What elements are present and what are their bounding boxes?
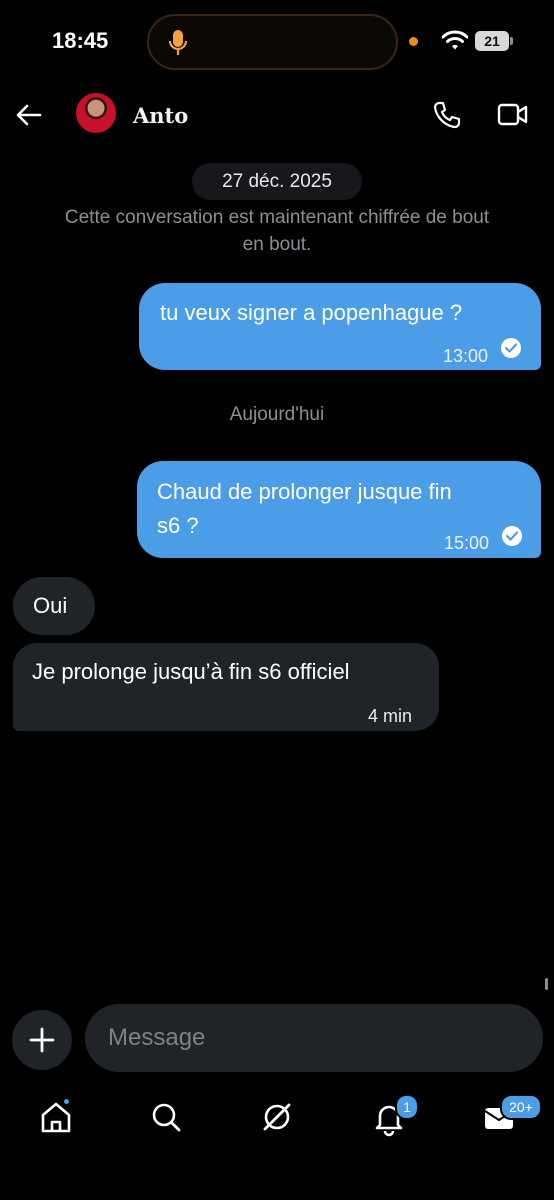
status-bar: 18:45 21	[0, 0, 554, 84]
search-icon[interactable]	[144, 1095, 188, 1139]
status-time: 18:45	[52, 28, 109, 53]
date-pill: 27 déc. 2025	[192, 163, 362, 200]
incoming-message-bubble[interactable]: Oui	[13, 577, 95, 635]
battery-tip	[510, 37, 513, 45]
message-time: 4 min	[368, 706, 413, 726]
message-text: Oui	[33, 593, 68, 618]
message-text: tu veux signer a popenhague ?	[160, 300, 463, 325]
message-text-line-1: Chaud de prolonger jusque fin	[157, 479, 452, 504]
notifications-badge: 1	[395, 1094, 419, 1120]
day-separator: Aujourd'hui	[229, 404, 325, 425]
phone-icon[interactable]	[432, 100, 462, 130]
wifi-icon	[442, 30, 468, 50]
add-attachment-button[interactable]	[12, 1010, 72, 1070]
message-time: 13:00	[443, 346, 489, 366]
microphone-icon	[169, 30, 187, 55]
message-text: Chaud de prolonger jusque fin s6 ?	[157, 475, 452, 543]
bottom-navigation	[0, 1080, 554, 1200]
outgoing-message-bubble[interactable]: tu veux signer a popenhague ? 13:00	[139, 283, 541, 370]
battery-icon: 21	[475, 31, 509, 51]
contact-name[interactable]: Anto	[133, 103, 188, 128]
home-icon[interactable]	[34, 1095, 78, 1139]
encryption-notice-line-1: Cette conversation est maintenant chiffr…	[64, 207, 490, 228]
message-text-line-2: s6 ?	[157, 513, 199, 538]
home-notification-dot	[62, 1097, 71, 1106]
message-input[interactable]	[85, 1004, 543, 1072]
message-text: Je prolonge jusqu’à fin s6 officiel	[32, 659, 350, 684]
outgoing-message-bubble[interactable]: Chaud de prolonger jusque fin s6 ? 15:00	[137, 461, 541, 558]
privacy-indicator-dot	[409, 37, 418, 46]
read-check-icon	[501, 338, 521, 358]
video-camera-icon[interactable]	[497, 102, 529, 128]
plus-icon	[29, 1027, 55, 1053]
incoming-message-bubble[interactable]: Je prolonge jusqu’à fin s6 officiel 4 mi…	[13, 643, 439, 731]
chat-header: Anto	[0, 84, 554, 146]
encryption-notice: Cette conversation est maintenant chiffr…	[0, 204, 554, 258]
messages-badge: 20+	[500, 1094, 542, 1120]
contact-avatar[interactable]	[76, 93, 116, 133]
arrow-left-icon[interactable]	[14, 100, 44, 130]
grok-icon[interactable]	[255, 1095, 299, 1139]
dynamic-island	[147, 14, 398, 70]
encryption-notice-line-2: en bout.	[242, 234, 312, 255]
read-check-icon	[502, 526, 522, 546]
message-time: 15:00	[444, 533, 490, 553]
scrollbar-thumb[interactable]	[545, 978, 548, 990]
